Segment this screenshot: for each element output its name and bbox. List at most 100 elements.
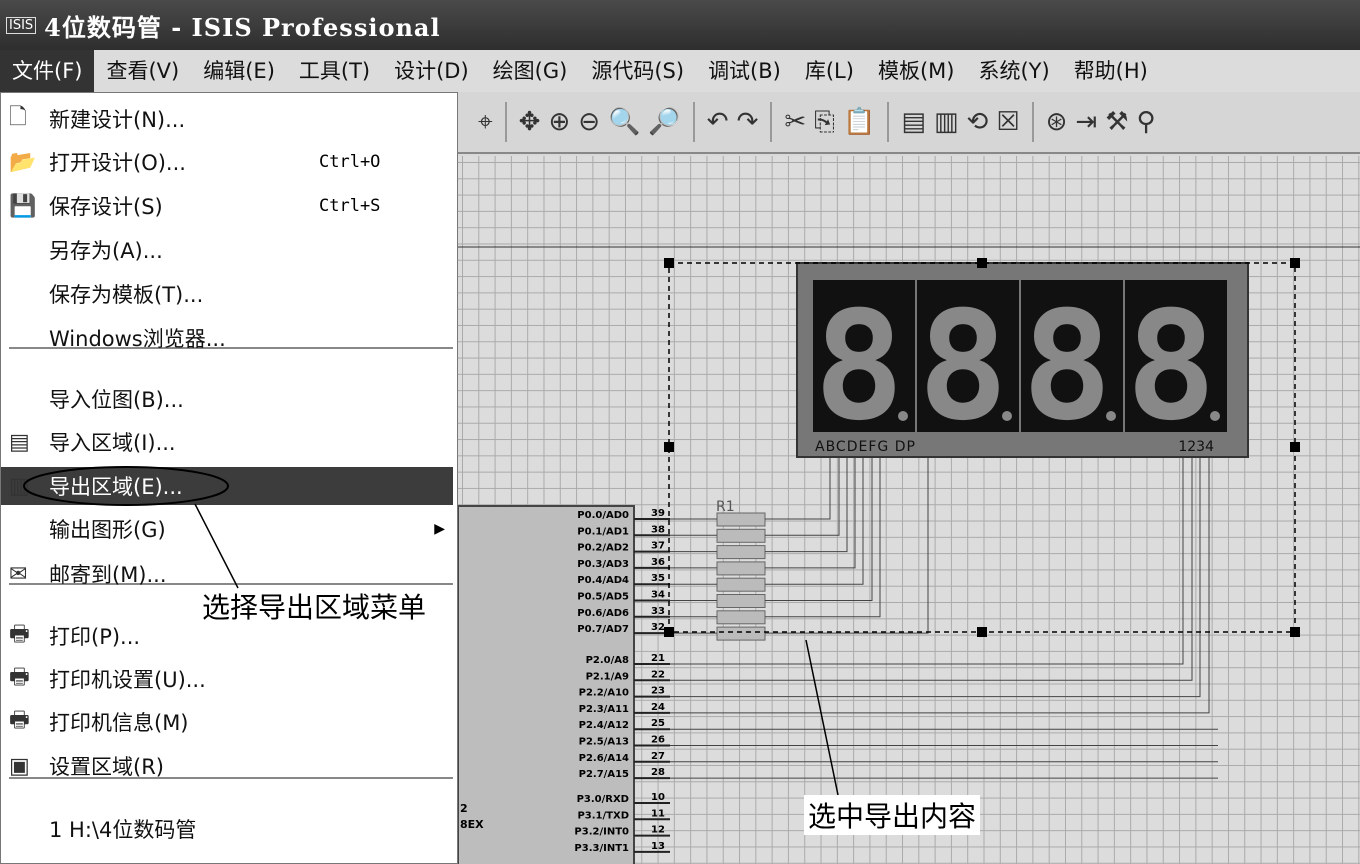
- menu-item-2[interactable]: 💾 保存设计(S) Ctrl+S: [1, 187, 453, 225]
- file-menu-dropdown: 🗋 新建设计(N)... 📂 打开设计(O)... Ctrl+O 💾 保存设计(S) Ctrl…: [0, 92, 458, 864]
- segment-label: ABCDEFG DP: [815, 439, 916, 455]
- copy-icon[interactable]: ⎘: [814, 107, 835, 138]
- selection-handle[interactable]: [664, 442, 674, 452]
- menu-item-13[interactable]: 🖶 打印机信息(M): [1, 703, 453, 741]
- decompose-icon[interactable]: ⚲: [1137, 107, 1156, 137]
- resistor: [716, 561, 766, 576]
- pin-number: 34: [651, 590, 665, 601]
- zoom-in-icon[interactable]: ⊕: [548, 107, 570, 137]
- menu-3[interactable]: 工具(T): [287, 50, 382, 92]
- block-move-icon[interactable]: ▥: [934, 107, 959, 137]
- menu-5[interactable]: 绘图(G): [481, 50, 580, 92]
- pin-name: P0.3/AD3: [577, 559, 629, 570]
- resistor: [716, 610, 766, 625]
- origin-icon[interactable]: ⌖: [478, 107, 493, 138]
- pin-number: 12: [651, 825, 665, 836]
- zoom-out-icon[interactable]: ⊖: [578, 107, 600, 137]
- wire: [765, 458, 873, 601]
- common-label: 1234: [1178, 439, 1214, 455]
- menu-0[interactable]: 文件(F): [0, 50, 95, 92]
- selection-handle[interactable]: [1290, 442, 1300, 452]
- zoom-all-icon[interactable]: 🔍: [608, 107, 640, 137]
- menu-item-12[interactable]: 🖶 打印机设置(U)...: [1, 660, 453, 698]
- import-section-icon: ▤: [9, 429, 30, 455]
- menu-11[interactable]: 帮助(H): [1062, 50, 1160, 92]
- app-icon: ISIS: [6, 16, 37, 34]
- shortcut-label: Ctrl+S: [319, 196, 381, 216]
- selection-handle[interactable]: [664, 627, 674, 637]
- save-icon: 💾: [9, 193, 37, 219]
- pin-name: P2.7/A15: [579, 769, 629, 780]
- pin-name: P2.3/A11: [579, 704, 629, 715]
- menu-item-4[interactable]: 保存为模板(T)...: [1, 275, 453, 313]
- selection-handle[interactable]: [1290, 258, 1300, 268]
- selection-handle[interactable]: [977, 258, 987, 268]
- schematic-canvas[interactable]: 2 8EX P0.0/AD0 39 P0.1/AD1 38 P0.2/AD2 37 P0.3/A…: [458, 156, 1360, 864]
- pin-number: 24: [651, 702, 665, 713]
- menu-item-1[interactable]: 📂 打开设计(O)... Ctrl+O: [1, 143, 453, 181]
- divider: [1031, 102, 1034, 142]
- packaging-tool-icon[interactable]: ⚒: [1105, 107, 1128, 137]
- resistor: [716, 528, 766, 543]
- wire: [765, 458, 840, 536]
- menu-1[interactable]: 查看(V): [94, 50, 191, 92]
- block-delete-icon[interactable]: ☒: [996, 107, 1019, 137]
- menu-item-8[interactable]: ▥ 导出区域(E)...: [1, 467, 453, 505]
- pin-name: P2.5/A13: [579, 737, 629, 748]
- zoom-area-icon[interactable]: 🔎: [648, 107, 680, 137]
- pin-number: 39: [651, 508, 665, 519]
- block-copy-icon[interactable]: ▤: [901, 107, 926, 137]
- menu-item-7[interactable]: ▤ 导入区域(I)...: [1, 423, 453, 461]
- pin-name: P3.1/TXD: [577, 810, 629, 821]
- menu-2[interactable]: 编辑(E): [191, 50, 287, 92]
- menu-item-6[interactable]: 导入位图(B)...: [1, 380, 453, 418]
- pin-name: P2.6/A14: [579, 753, 629, 764]
- pin-number: 27: [651, 751, 665, 762]
- pan-icon[interactable]: ✥: [519, 107, 541, 137]
- selection-handle[interactable]: [977, 627, 987, 637]
- divider: [770, 102, 773, 142]
- undo-icon[interactable]: ↶: [707, 107, 729, 137]
- pin-number: 36: [651, 557, 665, 568]
- selection-handle[interactable]: [664, 258, 674, 268]
- set-area-icon: ▣: [9, 753, 30, 779]
- menu-item-label: 打印机信息(M): [49, 711, 189, 735]
- redo-icon[interactable]: ↷: [737, 107, 759, 137]
- pick-device-icon[interactable]: ⊛: [1046, 107, 1068, 137]
- pin-name: P3.2/INT0: [574, 827, 629, 838]
- wire: [765, 458, 848, 553]
- paste-icon[interactable]: 📋: [843, 107, 875, 137]
- menu-10[interactable]: 系统(Y): [966, 50, 1061, 92]
- menu-9[interactable]: 模板(M): [866, 50, 967, 92]
- mail-icon: ✉: [9, 561, 28, 587]
- menu-item-14[interactable]: ▣ 设置区域(R): [1, 747, 453, 785]
- wire: [670, 458, 1201, 698]
- decimal-point: [1210, 411, 1220, 421]
- menu-item-3[interactable]: 另存为(A)...: [1, 231, 453, 269]
- pin-name: P0.5/AD5: [577, 592, 629, 603]
- selection-handle[interactable]: [1290, 627, 1300, 637]
- pin-name: P3.3/INT1: [574, 843, 629, 854]
- decimal-point: [898, 411, 908, 421]
- menu-item-label: Windows浏览器...: [49, 327, 226, 351]
- pin-name: P2.4/A12: [579, 720, 629, 731]
- decimal-point: [1002, 411, 1012, 421]
- menu-item-0[interactable]: 🗋 新建设计(N)...: [1, 100, 453, 138]
- pin-name: P0.7/AD7: [577, 624, 629, 635]
- menu-4[interactable]: 设计(D): [382, 50, 481, 92]
- menu-6[interactable]: 源代码(S): [579, 50, 696, 92]
- make-device-icon[interactable]: ⇥: [1075, 107, 1097, 137]
- resistor: [716, 545, 766, 560]
- menu-item-9[interactable]: 输出图形(G) ▶: [1, 510, 453, 548]
- menu-item-label: 设置区域(R): [49, 755, 164, 779]
- digit: 8: [918, 280, 1008, 454]
- block-rotate-icon[interactable]: ⟲: [967, 107, 989, 137]
- menu-item-15[interactable]: 1 H:\4位数码管: [1, 810, 453, 848]
- cut-icon[interactable]: ✂: [784, 107, 806, 137]
- menu-item-5[interactable]: Windows浏览器...: [1, 319, 453, 357]
- menu-7[interactable]: 调试(B): [696, 50, 793, 92]
- menu-bar: 文件(F) 查看(V) 编辑(E) 工具(T) 设计(D) 绘图(G) 源代码(S) 调试(B…: [0, 50, 1360, 92]
- menu-item-label: 另存为(A)...: [49, 239, 163, 263]
- menu-item-label: 打开设计(O)...: [49, 151, 186, 175]
- menu-8[interactable]: 库(L): [793, 50, 866, 92]
